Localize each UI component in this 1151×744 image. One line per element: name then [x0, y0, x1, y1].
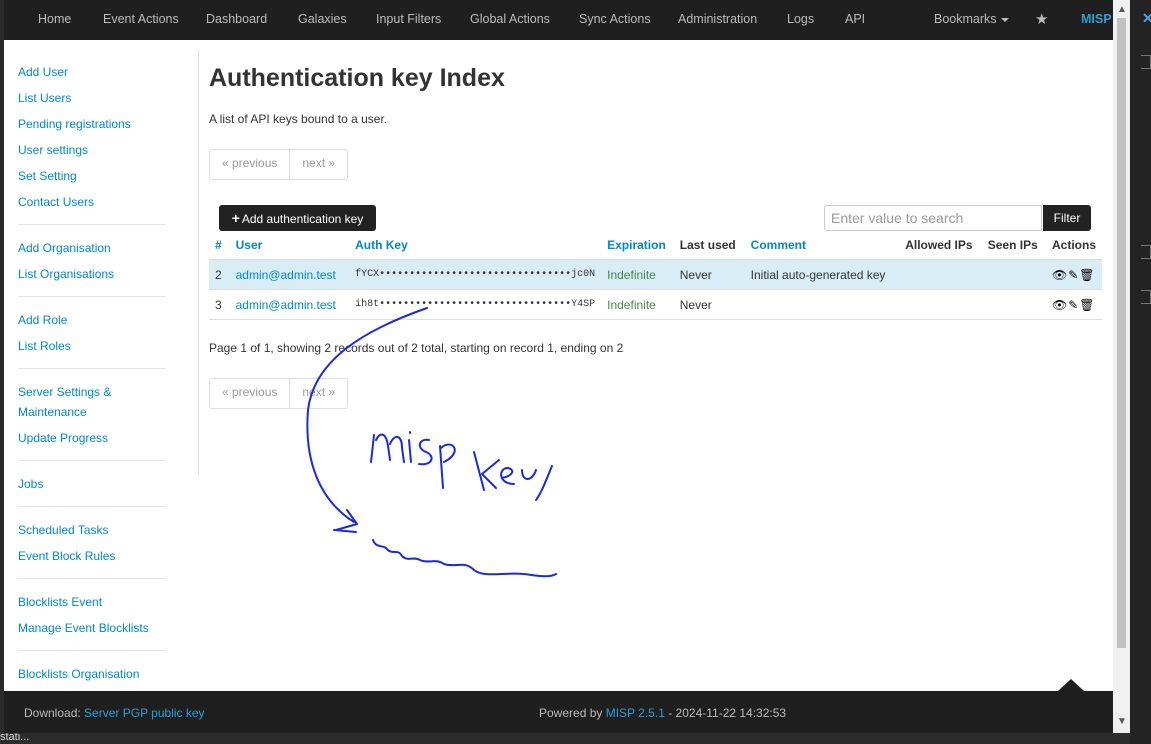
handwritten-annotation: [306, 307, 557, 578]
footer-download-label: Download:: [24, 706, 81, 720]
ink-arrow-curve: [306, 307, 428, 523]
desktop-taskbar: [0, 733, 1151, 744]
side-panel: ✕: [1130, 0, 1151, 744]
footer-powered: Powered by MISP 2.5.1 - 2024-11-22 14:32…: [539, 706, 786, 720]
misp-version-link[interactable]: MISP 2.5.1: [606, 706, 665, 720]
panel-tool-icon[interactable]: [1141, 55, 1151, 69]
panel-tool-icon[interactable]: [1141, 290, 1151, 304]
footer-powered-label: Powered by: [539, 706, 603, 720]
footer: Download: Server PGP public key Powered …: [4, 691, 1113, 733]
ink-text-y: [521, 465, 553, 501]
browser-page: Home Event Actions Dashboard Galaxies In…: [4, 0, 1113, 733]
footer-timestamp: - 2024-11-22 14:32:53: [668, 706, 787, 720]
back-to-top-icon[interactable]: [1058, 679, 1084, 691]
page-scrollbar[interactable]: ▲ ▼: [1113, 0, 1130, 733]
ink-underline-squiggle: [372, 539, 557, 578]
panel-tool-icon[interactable]: [1141, 245, 1151, 259]
ink-text-k: [473, 451, 500, 491]
ink-text-e: [500, 467, 515, 485]
scroll-down-icon[interactable]: ▼: [1117, 716, 1127, 727]
close-icon[interactable]: ✕: [1142, 10, 1151, 27]
ink-text-p: [439, 443, 456, 489]
ink-text-m: [370, 433, 405, 463]
footer-download: Download: Server PGP public key: [24, 706, 205, 720]
scroll-up-icon[interactable]: ▲: [1117, 4, 1127, 15]
scrollbar-thumb[interactable]: [1117, 18, 1126, 648]
pgp-key-link[interactable]: Server PGP public key: [84, 706, 205, 720]
ink-text-i: [408, 431, 412, 463]
ink-text-s: [418, 438, 433, 466]
